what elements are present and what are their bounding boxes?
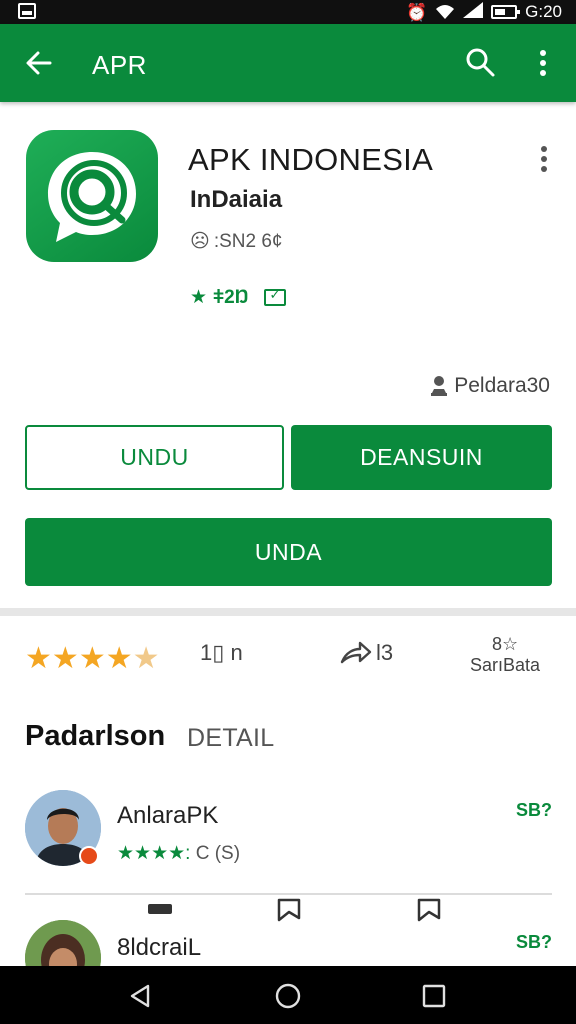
recents-nav-icon[interactable]: [420, 982, 448, 1010]
unda-button[interactable]: UNDA: [25, 518, 552, 586]
app-bar: APR: [0, 24, 576, 102]
list-divider: [25, 893, 552, 895]
star-icon: ★: [105, 642, 133, 675]
status-bar: ⏰ G:20: [0, 0, 576, 24]
deansuin-button[interactable]: DEANSUIN: [291, 425, 552, 490]
shares-stat[interactable]: l3: [340, 640, 393, 666]
downloads-text: 1▯ n: [200, 640, 243, 665]
clock-text: G:20: [525, 2, 562, 21]
star-icon: ★: [51, 642, 79, 675]
star-half-icon: ★: [132, 642, 160, 675]
reviewer-name: 8ldcraiL: [117, 934, 202, 961]
developer-name[interactable]: InDaiaia: [190, 186, 282, 214]
reviewer-stars: ★★★★:: [117, 843, 191, 864]
emoji-icon: ☹: [190, 231, 210, 252]
app-meta-text: :SN2 6¢: [213, 230, 283, 252]
review-side-text: SB?: [516, 800, 552, 820]
section-title: Padarlson: [25, 720, 166, 752]
star-icon: ★: [78, 642, 106, 675]
rating-row: ★ ǂ2Ŋ: [190, 286, 287, 309]
reviewer-extra: C (S): [190, 843, 241, 864]
alarm-icon: ⏰: [405, 2, 428, 22]
shares-text: l3: [376, 640, 394, 665]
downloads-stat: 1▯ n: [200, 640, 243, 666]
person-icon: [431, 376, 448, 396]
list-item[interactable]: 8ldcraiL SB?: [0, 918, 576, 966]
similar-stat[interactable]: 8☆ SarıBata: [470, 634, 540, 676]
detail-link[interactable]: DETAIL: [187, 724, 274, 753]
app-meta: ☹ :SN2 6¢: [190, 230, 282, 253]
installs-info: Peldara30: [430, 374, 550, 398]
reviewer-name: AnlarаPK: [117, 802, 219, 829]
status-icons: ⏰ G:20: [406, 1, 562, 23]
similar-top-text: 8☆: [491, 634, 519, 654]
wifi-icon: [435, 4, 455, 20]
home-nav-icon[interactable]: [274, 982, 302, 1010]
undu-button[interactable]: UNDU: [25, 425, 284, 490]
star-icon: ★: [25, 642, 52, 675]
installs-text: Peldara30: [454, 374, 550, 397]
rating-text: ǂ2Ŋ: [213, 286, 249, 308]
app-icon: [26, 130, 158, 262]
signal-icon: [463, 1, 484, 23]
stars-rating: ★ ★ ★ ★ ★: [25, 644, 160, 674]
review-side-text: SB?: [516, 932, 552, 952]
arrow-left-icon[interactable]: [24, 48, 54, 78]
rating-star-icon: ★: [190, 287, 208, 308]
navigation-bar: [0, 966, 576, 1024]
avatar-badge-icon: [79, 846, 99, 866]
share-icon: [340, 641, 372, 664]
avatar: [25, 920, 101, 966]
more-vert-icon[interactable]: [536, 144, 552, 174]
more-vert-icon[interactable]: [532, 48, 554, 78]
sim-card-icon: [18, 3, 36, 19]
similar-label: SarıBata: [470, 655, 541, 675]
battery-icon: [491, 5, 521, 19]
app-bar-title: APR: [92, 50, 147, 80]
back-nav-icon[interactable]: [126, 982, 154, 1010]
folder-icon: [148, 904, 172, 914]
section-divider: [0, 608, 576, 616]
list-item[interactable]: AnlarаPK ★★★★: C (S) SB?: [0, 788, 576, 888]
search-icon[interactable]: [464, 46, 496, 78]
app-title: APK INDONESIA: [188, 142, 434, 177]
verified-badge-icon: [264, 287, 287, 306]
reviewer-rating: ★★★★: C (S): [117, 842, 240, 865]
